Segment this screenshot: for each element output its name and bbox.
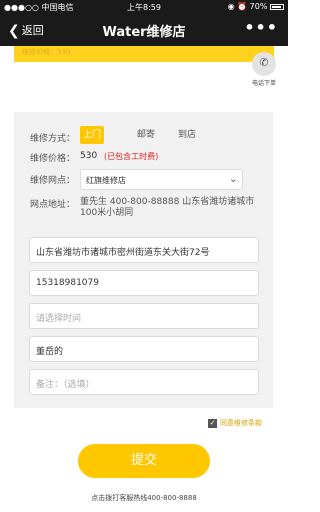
price-label: 维修价格： <box>30 154 76 164</box>
store-select[interactable]: 红旗维修店 ⌄ <box>80 169 243 190</box>
name-field[interactable]: 董岳的 <box>29 336 259 362</box>
store-address: 董先生 400-800-88888 山东省潍坊诸城市100米小胡同 <box>80 197 255 218</box>
more-button[interactable]: ••• <box>244 18 278 37</box>
agreement-checkbox[interactable]: ✓ 同意维修条款 <box>208 418 262 428</box>
phone-icon: ✆ <box>259 56 269 69</box>
store-label: 维修网点： <box>30 176 76 186</box>
chevron-down-icon: ⌄ <box>228 172 238 185</box>
status-right: ◉ ⏰ 70% <box>228 2 284 11</box>
hotline-link[interactable]: 点击拨打客服热线400-800-8888 <box>0 493 288 503</box>
time-field-placeholder: 请选择时间 <box>36 314 82 324</box>
phone-order-label: 电话下单 <box>251 80 276 87</box>
phone-order-button[interactable]: ✆ 电话下单 <box>244 50 284 87</box>
phone-field-value: 15318981079 <box>36 278 99 288</box>
price-value: 530 <box>80 151 98 161</box>
note-field-placeholder: 备注：（选填） <box>36 380 95 390</box>
method-option-store[interactable]: 到店 <box>175 126 199 144</box>
phone-field[interactable]: 15318981079 <box>29 270 259 296</box>
address-field[interactable]: 山东省潍坊市诸城市密州街道东关大街72号 <box>29 237 259 263</box>
banner-text: 维修价格：530 <box>22 48 71 56</box>
battery-icon <box>270 3 284 10</box>
address-label: 网点地址： <box>30 200 76 210</box>
submit-button[interactable]: 提交 <box>78 444 210 478</box>
status-bar: ●●●○○ 中国电信 上午8:59 ◉ ⏰ 70% <box>0 0 288 14</box>
note-field[interactable]: 备注：（选填） <box>29 369 259 395</box>
price-banner: 维修价格：530 <box>14 46 274 62</box>
phone-icon-wrap: ✆ <box>252 52 276 76</box>
address-field-value: 山东省潍坊市诸城市密州街道东关大街72号 <box>36 248 210 258</box>
time-field[interactable]: 请选择时间 <box>29 303 259 329</box>
status-icons: ◉ ⏰ <box>227 2 248 11</box>
method-label: 维修方式： <box>30 134 76 144</box>
method-option-mail[interactable]: 邮寄 <box>134 126 158 144</box>
checkbox-checked-icon: ✓ <box>208 418 217 428</box>
nav-bar: ❮ 返回 Water维修店 ••• <box>0 14 288 46</box>
method-option-onsite[interactable]: 上门 <box>80 126 104 144</box>
store-select-value: 红旗维修店 <box>86 176 126 185</box>
agreement-label: 同意维修条款 <box>220 419 262 427</box>
battery-percent: 70% <box>249 2 268 11</box>
name-field-value: 董岳的 <box>36 347 64 357</box>
price-note: (已包含工时费) <box>104 152 159 161</box>
